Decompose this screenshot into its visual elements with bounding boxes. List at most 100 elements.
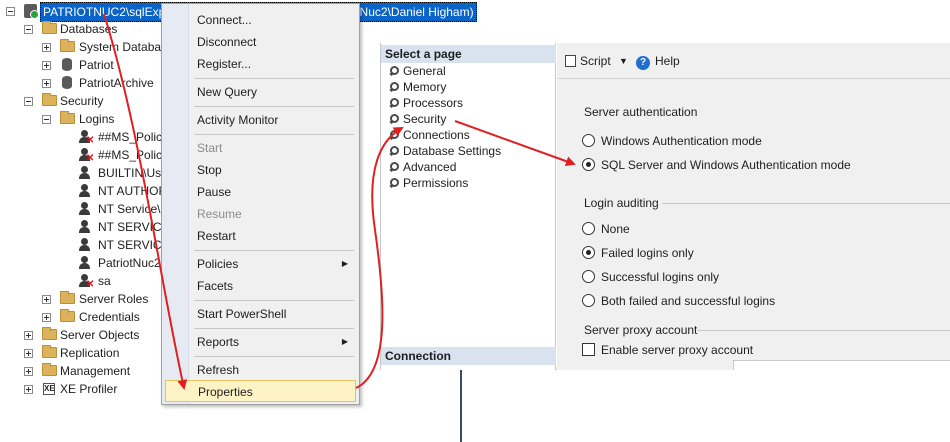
menu-item-policies[interactable]: Policies ▶ <box>190 253 356 275</box>
menu-item-refresh[interactable]: Refresh <box>190 359 356 381</box>
audit-successful-radio[interactable]: Successful logins only <box>582 268 719 284</box>
collapse-toggle[interactable] <box>6 7 15 16</box>
collapse-toggle[interactable] <box>24 25 33 34</box>
expand-toggle[interactable] <box>42 313 51 322</box>
help-label: Help <box>655 54 680 68</box>
menu-item-connect[interactable]: Connect... <box>190 9 356 31</box>
group-login-icon <box>78 166 92 180</box>
tree-label: Server Objects <box>60 328 140 342</box>
security-page-content: Script ▼ ? Help Server authentication Win… <box>557 43 950 370</box>
login-auditing-label: Login auditing <box>584 196 659 210</box>
expand-toggle[interactable] <box>24 385 33 394</box>
wrench-icon <box>389 98 399 108</box>
tree-label: Server Roles <box>79 292 149 306</box>
menu-item-disconnect[interactable]: Disconnect <box>190 31 356 53</box>
database-icon <box>62 58 72 71</box>
wrench-icon <box>389 178 399 188</box>
collapse-toggle[interactable] <box>24 97 33 106</box>
tree-label: System Databas <box>79 40 168 54</box>
page-label: Processors <box>403 96 464 110</box>
tree-label: Databases <box>60 22 118 36</box>
radio-button-selected[interactable] <box>582 246 595 259</box>
server-context-menu: Connect... Disconnect Register... New Qu… <box>161 3 360 405</box>
script-dropdown-icon[interactable]: ▼ <box>619 53 628 69</box>
radio-button[interactable] <box>582 134 595 147</box>
menu-item-restart[interactable]: Restart <box>190 225 356 247</box>
radio-button[interactable] <box>582 270 595 283</box>
audit-none-radio[interactable]: None <box>582 220 630 236</box>
collapse-toggle[interactable] <box>42 115 51 124</box>
script-label: Script <box>580 54 611 68</box>
select-page-pane: Select a page General Memory Processors … <box>381 43 556 370</box>
audit-both-radio[interactable]: Both failed and successful logins <box>582 292 775 308</box>
page-security[interactable]: Security <box>389 111 446 127</box>
audit-failed-radio[interactable]: Failed logins only <box>582 244 694 260</box>
folder-icon <box>60 39 75 52</box>
folder-icon <box>42 345 57 358</box>
server-properties-dialog: Select a page General Memory Processors … <box>380 43 950 370</box>
menu-item-stop[interactable]: Stop <box>190 159 356 181</box>
select-page-header: Select a page <box>381 45 556 63</box>
windows-auth-radio[interactable]: Windows Authentication mode <box>582 132 762 148</box>
wrench-icon <box>389 146 399 156</box>
menu-separator <box>194 250 354 251</box>
submenu-arrow-icon: ▶ <box>341 259 348 268</box>
tree-label: Patriot <box>79 58 114 72</box>
mixed-auth-radio[interactable]: SQL Server and Windows Authentication mo… <box>582 156 851 172</box>
menu-item-pause[interactable]: Pause <box>190 181 356 203</box>
option-label: Successful logins only <box>601 270 720 284</box>
radio-button[interactable] <box>582 222 595 235</box>
page-advanced[interactable]: Advanced <box>389 159 456 175</box>
group-divider <box>697 330 950 331</box>
proxy-account-field[interactable] <box>733 360 950 370</box>
help-button[interactable]: ? Help <box>636 53 680 70</box>
wrench-icon <box>389 162 399 172</box>
page-general[interactable]: General <box>389 63 446 79</box>
page-permissions[interactable]: Permissions <box>389 175 468 191</box>
server-icon <box>24 4 39 19</box>
wrench-icon <box>389 82 399 92</box>
expand-toggle[interactable] <box>24 349 33 358</box>
checkbox[interactable] <box>582 343 595 356</box>
tree-label: BUILTIN\Use <box>98 166 168 180</box>
expand-toggle[interactable] <box>24 367 33 376</box>
page-label: Connections <box>403 128 470 142</box>
login-icon <box>78 256 92 270</box>
menu-item-properties[interactable]: Properties <box>165 380 356 402</box>
menu-item-reports[interactable]: Reports ▶ <box>190 331 356 353</box>
xe-profiler-icon: XE <box>43 383 55 395</box>
option-label: Failed logins only <box>601 246 694 260</box>
menu-icon-gutter <box>162 4 189 404</box>
script-button[interactable]: Script <box>565 53 611 69</box>
page-label: Security <box>403 112 447 126</box>
login-disabled-icon: ✕ <box>78 130 94 146</box>
radio-button-selected[interactable] <box>582 158 595 171</box>
menu-item-new-query[interactable]: New Query <box>190 81 356 103</box>
menu-separator <box>194 106 354 107</box>
expand-toggle[interactable] <box>42 79 51 88</box>
page-processors[interactable]: Processors <box>389 95 463 111</box>
menu-item-activity-monitor[interactable]: Activity Monitor <box>190 109 356 131</box>
expand-toggle[interactable] <box>42 295 51 304</box>
menu-item-register[interactable]: Register... <box>190 53 356 75</box>
expand-toggle[interactable] <box>24 331 33 340</box>
wrench-icon <box>389 66 399 76</box>
option-label: SQL Server and Windows Authentication mo… <box>601 158 851 172</box>
tree-label: NT AUTHOR <box>98 184 168 198</box>
folder-icon <box>60 291 75 304</box>
page-database-settings[interactable]: Database Settings <box>389 143 501 159</box>
login-disabled-icon: ✕ <box>78 148 94 164</box>
expand-toggle[interactable] <box>42 61 51 70</box>
enable-proxy-checkbox[interactable]: Enable server proxy account <box>582 341 753 357</box>
tree-label: Security <box>60 94 104 108</box>
menu-separator <box>194 134 354 135</box>
page-memory[interactable]: Memory <box>389 79 446 95</box>
folder-icon <box>42 363 57 376</box>
menu-item-start-powershell[interactable]: Start PowerShell <box>190 303 356 325</box>
expand-toggle[interactable] <box>42 43 51 52</box>
radio-button[interactable] <box>582 294 595 307</box>
wrench-icon <box>389 130 399 140</box>
submenu-arrow-icon: ▶ <box>341 337 348 346</box>
page-connections[interactable]: Connections <box>389 127 470 143</box>
menu-item-facets[interactable]: Facets <box>190 275 356 297</box>
